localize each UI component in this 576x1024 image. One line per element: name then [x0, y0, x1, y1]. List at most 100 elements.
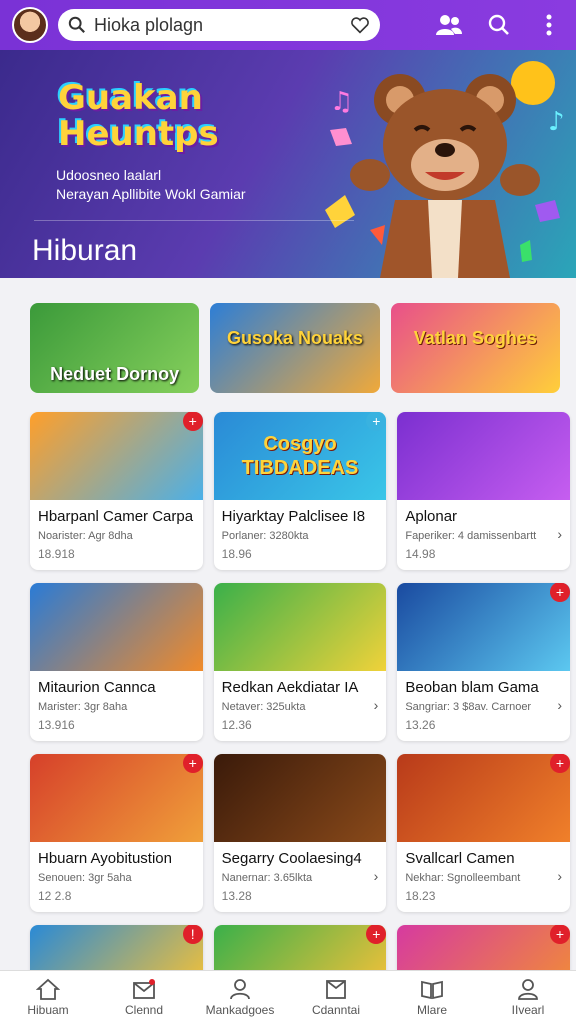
- game-thumbnail: [30, 583, 203, 671]
- game-thumbnail: [213, 583, 387, 671]
- game-title: Beoban blam Gama: [405, 679, 539, 696]
- featured-label: Gusoka Nouaks: [226, 328, 364, 348]
- game-thumbnail: [30, 412, 203, 500]
- game-card[interactable]: Cosgyo TIBDADEAS + Hiyarktay Palclisee I…: [213, 412, 387, 570]
- hero-logo: Guakan Heuntps: [58, 78, 219, 154]
- nav-item-mail[interactable]: Clennd: [96, 971, 192, 1024]
- person-icon: [230, 979, 250, 1000]
- game-card[interactable]: Segarry Coolaesing4 Nanernar: 3.65lkta 1…: [213, 754, 387, 912]
- game-row: Mitaurion Cannca Marister: 3gr 8aha 13.9…: [30, 583, 571, 741]
- nav-label: Mlare: [416, 1003, 447, 1017]
- game-number: 13.26: [405, 718, 436, 732]
- search-input[interactable]: Hioka plolagn: [94, 15, 350, 36]
- thumb-text: Cosgyo TIBDADEAS: [241, 433, 359, 479]
- nav-label: Hibuam: [27, 1003, 69, 1017]
- app-root: Hioka plolagn ♪ ♫ Guakan Heuntps Udoosne…: [0, 0, 576, 1024]
- game-number: 18.918: [38, 547, 75, 561]
- nav-item-book[interactable]: Mlare: [384, 971, 480, 1024]
- game-grid: + Hbarpanl Camer Carpa Noarister: Agr 8d…: [30, 412, 571, 998]
- game-card[interactable]: Mitaurion Cannca Marister: 3gr 8aha 13.9…: [30, 583, 203, 741]
- hero-subtitle-2: Nerayan Apllibite Wokl Gamiar: [56, 186, 246, 202]
- featured-row: Neduet Dornoy Gusoka Nouaks Vatlan Soghe…: [30, 303, 560, 393]
- game-card[interactable]: + Svallcarl Camen Nekhar: Sgnolleembant …: [397, 754, 571, 912]
- nav-item-home[interactable]: Hibuam: [0, 971, 96, 1024]
- search-icon: [68, 16, 85, 33]
- box-icon: [326, 980, 346, 999]
- game-number: 14.98: [405, 547, 436, 561]
- nav-item-person[interactable]: Mankadgoes: [192, 971, 288, 1024]
- game-subtitle: Nanernar: 3.65lkta: [221, 872, 313, 884]
- alert-badge[interactable]: !: [182, 925, 203, 944]
- game-subtitle: Nekhar: Sgnolleembant: [405, 872, 521, 884]
- game-card[interactable]: + Hbuarn Ayobitustion Senouen: 3gr 5aha …: [30, 754, 203, 912]
- friends-icon[interactable]: [434, 10, 464, 40]
- game-title: Segarry Coolaesing4: [221, 850, 362, 867]
- game-subtitle: Faperiker: 4 damissenbartt: [405, 530, 537, 542]
- bottom-nav: Hibuam Clennd Mankadgoes Cdanntai Mlare …: [0, 970, 576, 1024]
- game-thumbnail: [397, 412, 571, 500]
- game-subtitle: Noarister: Agr 8dha: [38, 530, 133, 542]
- game-number: 18.96: [221, 547, 252, 561]
- hero-banner[interactable]: ♪ ♫ Guakan Heuntps Udoosneo laalarl Nera…: [0, 50, 576, 278]
- game-card[interactable]: Aplonar Faperiker: 4 damissenbartt 14.98…: [397, 412, 571, 570]
- featured-card[interactable]: Vatlan Soghes: [390, 303, 560, 393]
- game-title: Hbarpanl Camer Carpa: [38, 508, 194, 525]
- featured-label: Neduet Dornoy: [50, 364, 180, 384]
- hero-subtitle: Udoosneo laalarl: [56, 167, 162, 183]
- game-title: Redkan Aekdiatar IA: [221, 679, 359, 696]
- game-thumbnail: [397, 583, 571, 671]
- nav-label: Cdanntai: [311, 1003, 361, 1017]
- game-title: Mitaurion Cannca: [38, 679, 156, 696]
- game-title: Svallcarl Camen: [405, 850, 515, 867]
- more-menu-icon[interactable]: [534, 10, 564, 40]
- add-badge[interactable]: +: [182, 754, 203, 773]
- chevron-right-icon[interactable]: ›: [374, 697, 379, 713]
- heart-icon[interactable]: [350, 16, 370, 34]
- game-row: + Hbuarn Ayobitustion Senouen: 3gr 5aha …: [30, 754, 571, 912]
- game-thumbnail: Cosgyo TIBDADEAS: [213, 412, 387, 500]
- top-bar: Hioka plolagn: [0, 0, 576, 50]
- hero-title: Hiburan: [32, 234, 138, 267]
- chevron-right-icon[interactable]: ›: [374, 868, 379, 884]
- game-card[interactable]: + Hbarpanl Camer Carpa Noarister: Agr 8d…: [30, 412, 203, 570]
- game-subtitle: Netaver: 325ukta: [221, 701, 306, 713]
- featured-label: Vatlan Soghes: [413, 328, 537, 348]
- chevron-right-icon[interactable]: ›: [557, 526, 562, 542]
- nav-label: Clennd: [124, 1003, 164, 1017]
- nav-item-profile[interactable]: IIvearl: [480, 971, 576, 1024]
- profile-icon: [518, 979, 538, 1000]
- game-thumbnail: [213, 754, 387, 842]
- nav-label: Mankadgoes: [205, 1003, 275, 1017]
- game-thumbnail: [30, 754, 203, 842]
- book-icon: [421, 980, 443, 1000]
- search-bar[interactable]: Hioka plolagn: [58, 9, 380, 41]
- featured-card[interactable]: Gusoka Nouaks: [210, 303, 380, 393]
- game-title: Hbuarn Ayobitustion: [38, 850, 172, 867]
- chevron-right-icon[interactable]: ›: [557, 868, 562, 884]
- game-number: 13.916: [38, 718, 75, 732]
- game-number: 12.36: [221, 718, 252, 732]
- nav-item-box[interactable]: Cdanntai: [288, 971, 384, 1024]
- nav-label: IIvearl: [511, 1003, 545, 1017]
- bear-mascot: [350, 74, 540, 278]
- chevron-right-icon[interactable]: ›: [557, 697, 562, 713]
- game-card[interactable]: Redkan Aekdiatar IA Netaver: 325ukta 12.…: [213, 583, 387, 741]
- featured-card[interactable]: Neduet Dornoy: [30, 303, 200, 393]
- hero-divider: [34, 220, 354, 221]
- game-row: + Hbarpanl Camer Carpa Noarister: Agr 8d…: [30, 412, 571, 570]
- search-icon[interactable]: [484, 10, 514, 40]
- game-subtitle: Porlaner: 3280kta: [221, 530, 309, 542]
- game-subtitle: Senouen: 3gr 5aha: [38, 872, 132, 884]
- game-subtitle: Sangriar: 3 $8av. Carnoer: [405, 701, 532, 713]
- avatar[interactable]: [12, 7, 48, 43]
- game-number: 18.23: [405, 889, 436, 903]
- home-icon: [36, 978, 60, 1000]
- game-subtitle: Marister: 3gr 8aha: [38, 701, 128, 713]
- game-thumbnail: [397, 754, 571, 842]
- add-badge[interactable]: +: [182, 412, 203, 431]
- game-title: Hiyarktay Palclisee I8: [221, 508, 366, 525]
- game-number: 12 2.8: [38, 889, 72, 903]
- mail-icon: [133, 979, 155, 999]
- game-title: Aplonar: [405, 508, 458, 525]
- game-card[interactable]: + Beoban blam Gama Sangriar: 3 $8av. Car…: [397, 583, 571, 741]
